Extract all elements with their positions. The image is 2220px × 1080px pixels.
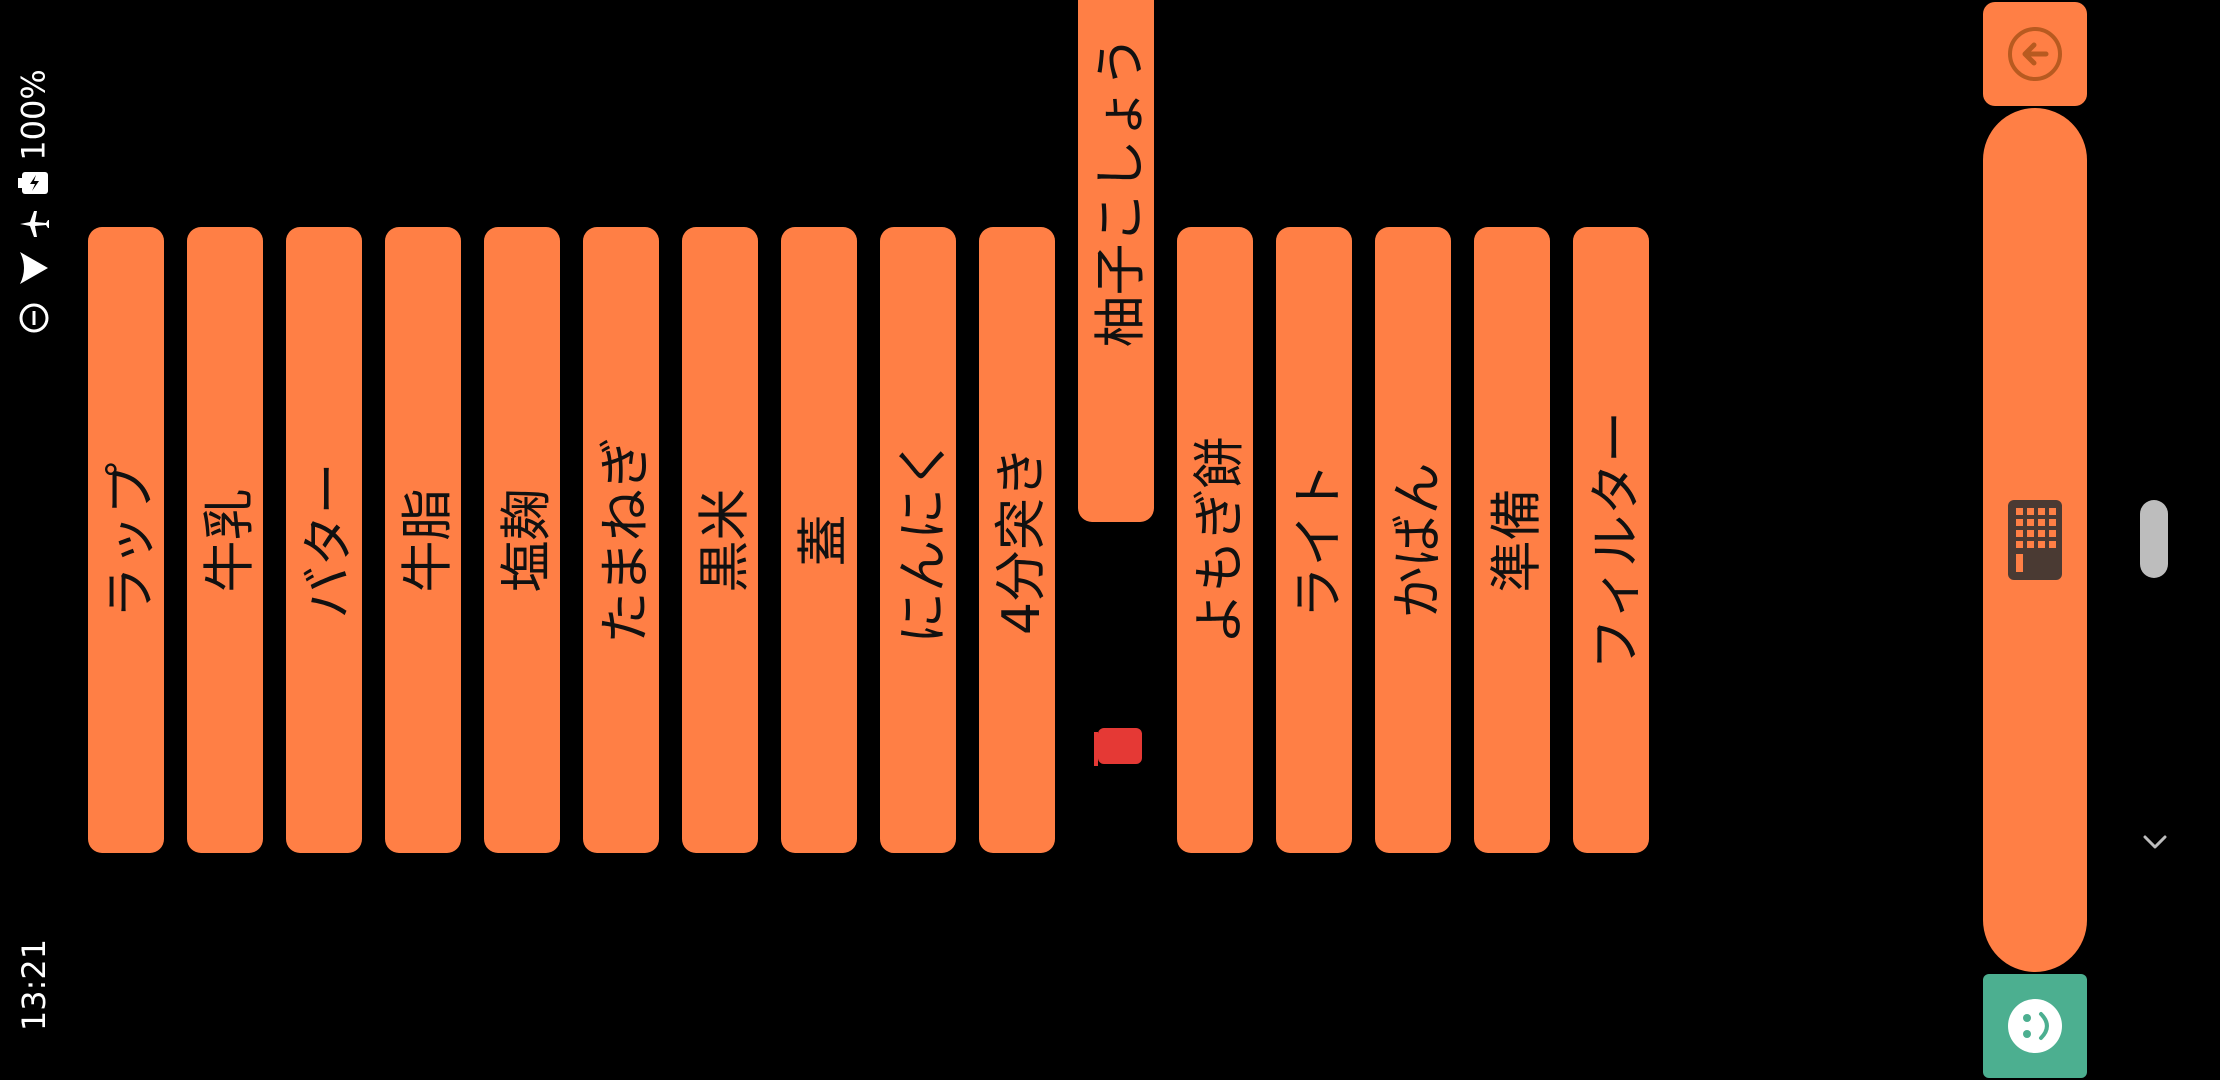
ingredient-button-1[interactable]: ラップ bbox=[88, 227, 164, 853]
battery-percent: 100% bbox=[12, 69, 56, 161]
ingredient-label: 蓋 bbox=[794, 513, 855, 567]
do-not-disturb-icon bbox=[19, 303, 49, 333]
ingredient-label: 4分突き bbox=[992, 445, 1053, 635]
ingredient-button-3[interactable]: バター bbox=[286, 227, 362, 853]
ingredient-label: ライト bbox=[1289, 461, 1350, 619]
ingredient-button-15[interactable]: 準備 bbox=[1474, 227, 1550, 853]
ingredient-button-12[interactable]: よもぎ餅 bbox=[1177, 227, 1253, 853]
airplane-mode-icon bbox=[20, 211, 49, 237]
back-button[interactable] bbox=[1983, 2, 2087, 106]
battery-icon bbox=[18, 172, 48, 194]
back-arrow-icon bbox=[2008, 27, 2062, 81]
navigation-handle[interactable] bbox=[2140, 500, 2168, 578]
ingredient-label: よもぎ餅 bbox=[1190, 435, 1251, 645]
ingredient-label: 牛脂 bbox=[398, 487, 459, 593]
ingredient-label: たまねぎ bbox=[596, 436, 657, 644]
ingredient-label: 牛乳 bbox=[200, 487, 261, 593]
battery-percent-text: 100% bbox=[15, 69, 54, 161]
ingredient-button-11[interactable]: 柚子こしょう bbox=[1078, 0, 1154, 522]
ingredient-button-10[interactable]: 4分突き bbox=[979, 227, 1055, 853]
ingredient-button-7[interactable]: 黒米 bbox=[682, 227, 758, 853]
status-icons: 100% bbox=[12, 69, 56, 390]
chevron-down-icon[interactable] bbox=[2135, 822, 2175, 862]
ingredient-label: 準備 bbox=[1487, 487, 1548, 593]
ingredient-button-13[interactable]: ライト bbox=[1276, 227, 1352, 853]
emoji-icon bbox=[2008, 999, 2062, 1053]
status-clock: 13:21 bbox=[14, 938, 54, 1032]
ingredient-label: 黒米 bbox=[695, 487, 756, 593]
keyboard-icon bbox=[2008, 500, 2062, 580]
ingredient-label: にんにく bbox=[893, 436, 954, 644]
ingredient-button-2[interactable]: 牛乳 bbox=[187, 227, 263, 853]
ingredient-label: フィルター bbox=[1586, 410, 1647, 670]
keyboard-button[interactable] bbox=[1983, 108, 2087, 972]
ingredient-button-4[interactable]: 牛脂 bbox=[385, 227, 461, 853]
screen: 13:21 100% ラップ 牛乳 バター 牛脂 塩麹 たまねぎ 黒米 蓋 にん… bbox=[0, 0, 2220, 1080]
ingredient-button-14[interactable]: かばん bbox=[1375, 227, 1451, 853]
ingredient-button-8[interactable]: 蓋 bbox=[781, 227, 857, 853]
ingredient-label: ラップ bbox=[101, 461, 162, 619]
flag-icon bbox=[1094, 728, 1142, 766]
wifi-icon bbox=[20, 252, 48, 284]
ingredient-label: 塩麹 bbox=[497, 487, 558, 593]
emoji-button[interactable] bbox=[1983, 974, 2087, 1078]
ingredient-label: かばん bbox=[1388, 461, 1449, 619]
ingredient-button-16[interactable]: フィルター bbox=[1573, 227, 1649, 853]
ingredient-button-9[interactable]: にんにく bbox=[880, 227, 956, 853]
ingredient-button-5[interactable]: 塩麹 bbox=[484, 227, 560, 853]
ingredient-button-6[interactable]: たまねぎ bbox=[583, 227, 659, 853]
status-time-text: 13:21 bbox=[15, 938, 53, 1032]
ingredient-label: 柚子こしょう bbox=[1091, 34, 1152, 348]
ingredient-label: バター bbox=[299, 461, 360, 619]
